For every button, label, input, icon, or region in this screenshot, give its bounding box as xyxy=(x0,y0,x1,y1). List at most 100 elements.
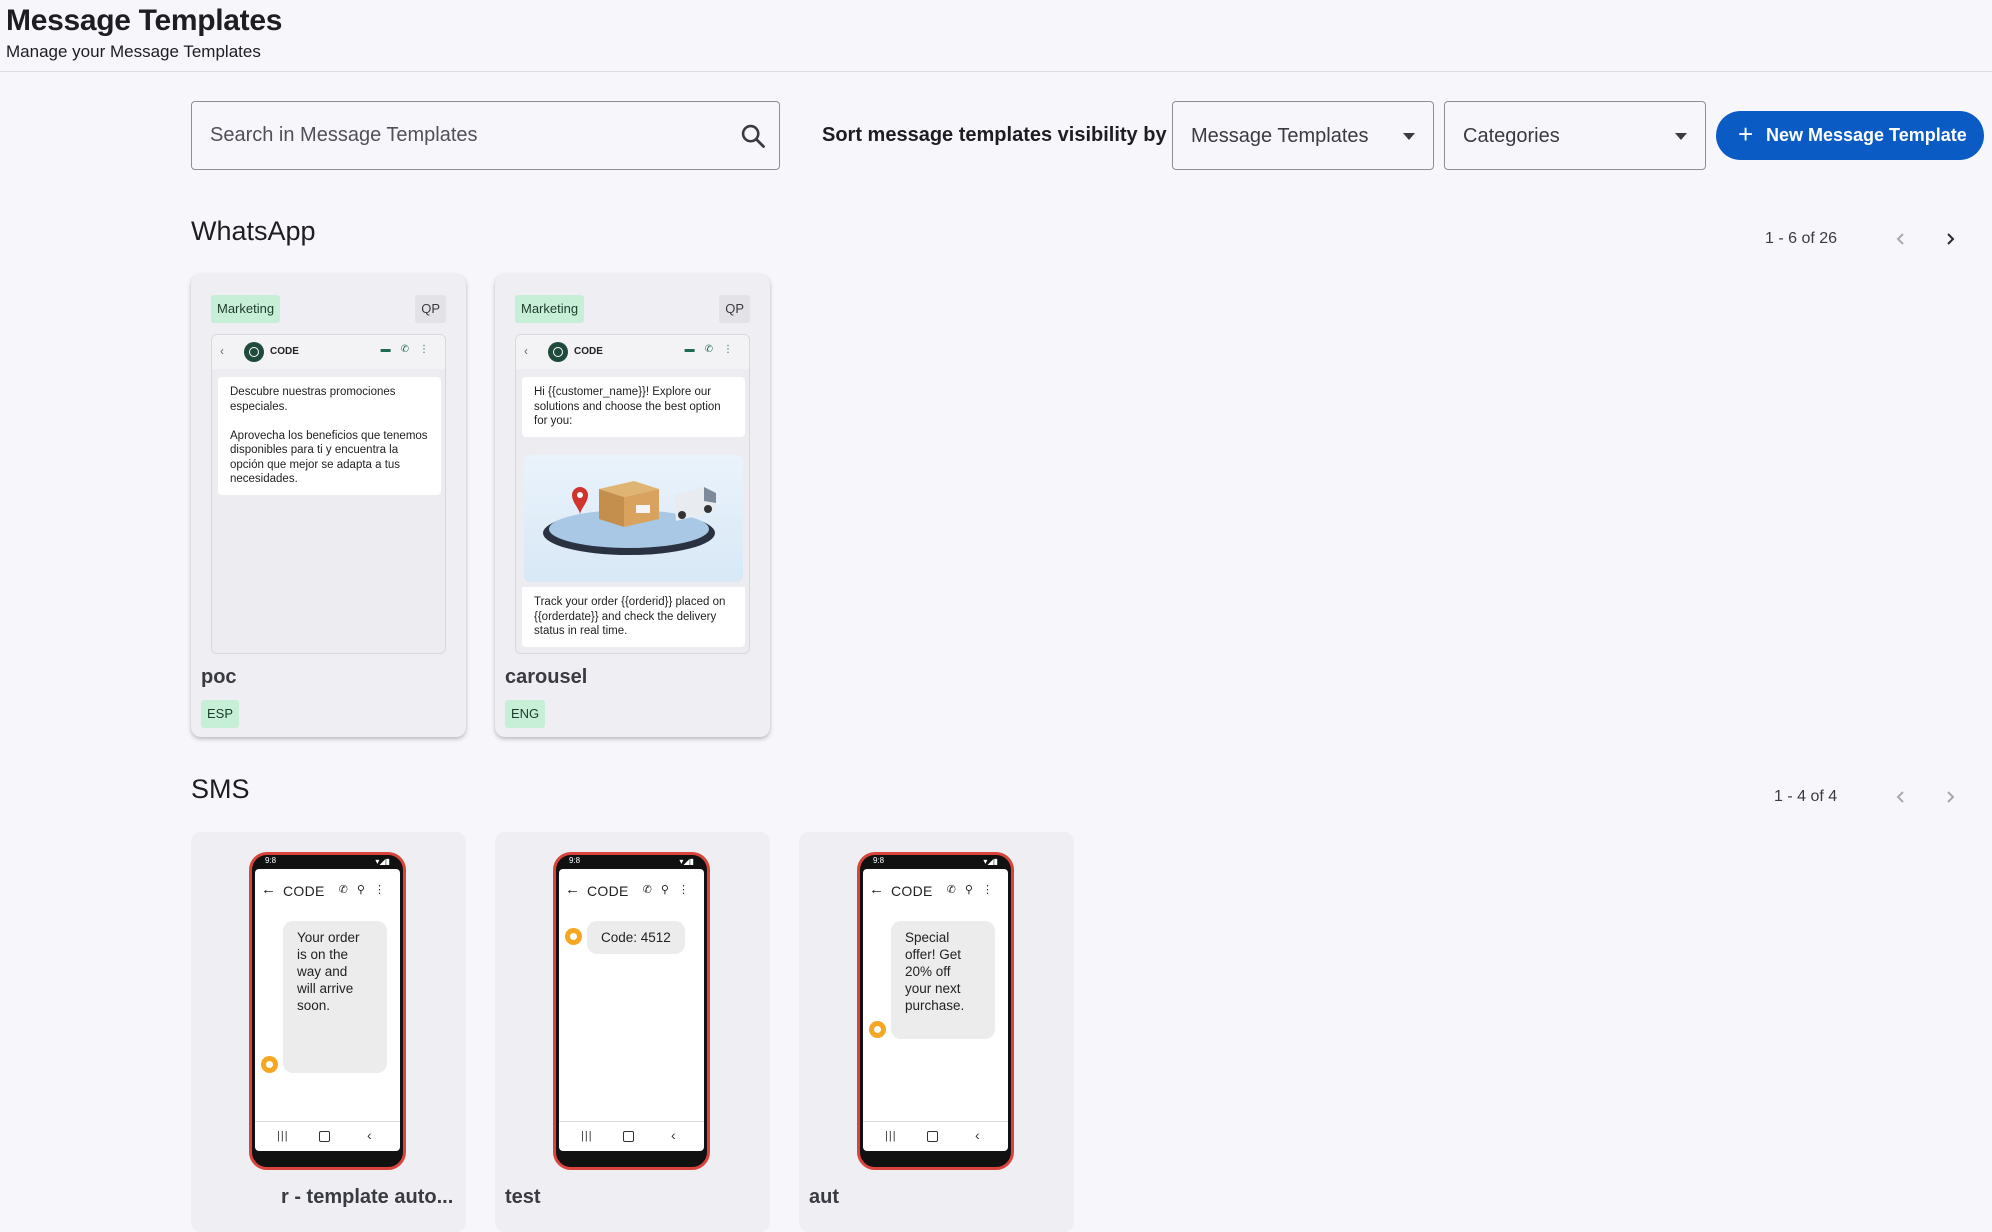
home-icon xyxy=(927,1131,938,1142)
android-nav-bar: ||| ‹ xyxy=(863,1121,1008,1151)
sms-bubble: Your order is on the way and will arrive… xyxy=(283,921,387,1073)
whatsapp-next-page-button[interactable] xyxy=(1935,224,1965,254)
categories-select-value: Categories xyxy=(1463,125,1560,147)
contact-name: CODE xyxy=(283,883,325,899)
signal-battery-icon: ▾◢▮ xyxy=(983,857,998,866)
back-arrow-icon: ‹ xyxy=(524,344,528,358)
sender-avatar-icon xyxy=(565,928,582,945)
sms-bubble: Code: 4512 xyxy=(587,921,685,954)
recent-apps-icon: ||| xyxy=(885,1130,897,1142)
sms-preview-header: ← CODE ✆⚲⋮ xyxy=(255,871,400,909)
plus-icon: + xyxy=(1738,119,1754,149)
sms-section-title: SMS xyxy=(191,774,250,804)
phone-search-more-icons: ✆⚲⋮ xyxy=(946,884,1002,896)
sms-preview-header: ← CODE ✆⚲⋮ xyxy=(863,871,1008,909)
quality-badge: QP xyxy=(719,295,750,323)
whatsapp-section-title: WhatsApp xyxy=(191,216,316,246)
nav-back-icon: ‹ xyxy=(975,1127,980,1143)
whatsapp-preview: ‹ CODE ▬✆⋮ Descubre nuestras promociones… xyxy=(211,334,446,654)
android-nav-bar: ||| ‹ xyxy=(255,1121,400,1151)
status-time: 9:8 xyxy=(569,856,581,865)
categories-select[interactable]: Categories xyxy=(1444,101,1706,170)
phone-preview: 9:8 ▾◢▮ ← CODE ✆⚲⋮ Special offer! Get 20%… xyxy=(857,852,1014,1170)
caret-down-icon xyxy=(1403,133,1415,140)
home-icon xyxy=(319,1131,330,1142)
chevron-right-icon xyxy=(1947,233,1955,245)
nav-back-icon: ‹ xyxy=(367,1127,372,1143)
back-arrow-icon: ‹ xyxy=(220,344,224,358)
new-message-template-label: New Message Template xyxy=(1766,125,1967,145)
contact-avatar xyxy=(244,342,264,362)
status-bar: 9:8 ▾◢▮ xyxy=(255,856,400,869)
whatsapp-template-card[interactable]: Marketing QP ‹ CODE ▬✆⋮ Hi {{customer_na… xyxy=(495,274,770,737)
new-message-template-button[interactable]: + New Message Template xyxy=(1716,111,1984,160)
contact-name: CODE xyxy=(587,883,629,899)
chevron-left-icon xyxy=(1896,791,1904,803)
status-bar: 9:8 ▾◢▮ xyxy=(863,856,1008,869)
phone-screen: 9:8 ▾◢▮ ← CODE ✆⚲⋮ Special offer! Get 20%… xyxy=(863,856,1008,1151)
sms-template-card[interactable]: 9:8 ▾◢▮ ← CODE ✆⚲⋮ Your order is on the w… xyxy=(191,832,466,1232)
contact-avatar xyxy=(548,342,568,362)
search-field[interactable] xyxy=(191,101,780,170)
sms-pager-text: 1 - 4 of 4 xyxy=(1774,788,1838,805)
sms-template-card[interactable]: 9:8 ▾◢▮ ← CODE ✆⚲⋮ Special offer! Get 20%… xyxy=(799,832,1074,1232)
package-illustration-icon xyxy=(543,481,716,555)
sender-avatar-icon xyxy=(261,1056,278,1073)
whatsapp-pager-text: 1 - 6 of 26 xyxy=(1765,230,1838,247)
contact-name: CODE xyxy=(891,883,933,899)
page-title: Message Templates xyxy=(6,4,283,37)
back-arrow-icon: ← xyxy=(869,881,884,898)
search-input[interactable] xyxy=(210,102,710,169)
signal-battery-icon: ▾◢▮ xyxy=(679,857,694,866)
home-icon xyxy=(623,1131,634,1142)
phone-preview: 9:8 ▾◢▮ ← CODE ✆⚲⋮ Code: 4512 ||| ‹ xyxy=(553,852,710,1170)
sort-label: Sort message templates visibility by xyxy=(822,124,1167,146)
sms-template-card[interactable]: 9:8 ▾◢▮ ← CODE ✆⚲⋮ Code: 4512 ||| ‹ test xyxy=(495,832,770,1232)
search-icon[interactable] xyxy=(739,122,767,150)
category-tag: Marketing xyxy=(211,295,281,323)
quality-badge: QP xyxy=(415,295,446,323)
status-time: 9:8 xyxy=(873,856,885,865)
whatsapp-preview-header: ‹ CODE ▬✆⋮ xyxy=(212,335,445,369)
whatsapp-preview-header: ‹ CODE ▬✆⋮ xyxy=(516,335,749,369)
contact-name: CODE xyxy=(574,346,603,357)
recent-apps-icon: ||| xyxy=(581,1130,593,1142)
phone-screen: 9:8 ▾◢▮ ← CODE ✆⚲⋮ Code: 4512 ||| ‹ xyxy=(559,856,704,1151)
phone-preview: 9:8 ▾◢▮ ← CODE ✆⚲⋮ Your order is on the w… xyxy=(249,852,406,1170)
page-subtitle: Manage your Message Templates xyxy=(6,42,261,61)
templates-select[interactable]: Message Templates xyxy=(1172,101,1434,170)
carousel-caption: Track your order {{orderid}} placed on {… xyxy=(522,587,745,647)
caret-down-icon xyxy=(1675,133,1687,140)
template-name: carousel xyxy=(505,666,588,688)
call-icons: ▬✆⋮ xyxy=(380,344,439,355)
page-header: Message Templates Manage your Message Te… xyxy=(0,0,1992,72)
nav-back-icon: ‹ xyxy=(671,1127,676,1143)
sms-preview-header: ← CODE ✆⚲⋮ xyxy=(559,871,704,909)
message-bubble: Hi {{customer_name}}! Explore our soluti… xyxy=(522,377,745,437)
sms-next-page-button[interactable] xyxy=(1935,782,1965,812)
template-name: test xyxy=(505,1186,541,1208)
call-icons: ▬✆⋮ xyxy=(684,344,743,355)
template-name: poc xyxy=(201,666,237,688)
contact-name: CODE xyxy=(270,346,299,357)
whatsapp-preview: ‹ CODE ▬✆⋮ Hi {{customer_name}}! Explore… xyxy=(515,334,750,654)
sms-prev-page-button[interactable] xyxy=(1886,782,1916,812)
category-tag: Marketing xyxy=(515,295,585,323)
status-bar: 9:8 ▾◢▮ xyxy=(559,856,704,869)
phone-search-more-icons: ✆⚲⋮ xyxy=(338,884,394,896)
recent-apps-icon: ||| xyxy=(277,1130,289,1142)
sender-avatar-icon xyxy=(869,1021,886,1038)
chevron-left-icon xyxy=(1896,233,1904,245)
whatsapp-template-card[interactable]: Marketing QP ‹ CODE ▬✆⋮ Descubre nuestra… xyxy=(191,274,466,737)
message-bubble: Descubre nuestras promociones especiales… xyxy=(218,377,441,495)
phone-screen: 9:8 ▾◢▮ ← CODE ✆⚲⋮ Your order is on the w… xyxy=(255,856,400,1151)
phone-search-more-icons: ✆⚲⋮ xyxy=(642,884,698,896)
back-arrow-icon: ← xyxy=(261,881,276,898)
templates-select-value: Message Templates xyxy=(1191,125,1369,147)
whatsapp-prev-page-button[interactable] xyxy=(1886,224,1916,254)
template-name: r - template auto... xyxy=(281,1186,454,1208)
chevron-right-icon xyxy=(1947,791,1955,803)
back-arrow-icon: ← xyxy=(565,881,580,898)
language-tag: ESP xyxy=(201,700,240,728)
sms-bubble: Special offer! Get 20% off your next pur… xyxy=(891,921,995,1039)
